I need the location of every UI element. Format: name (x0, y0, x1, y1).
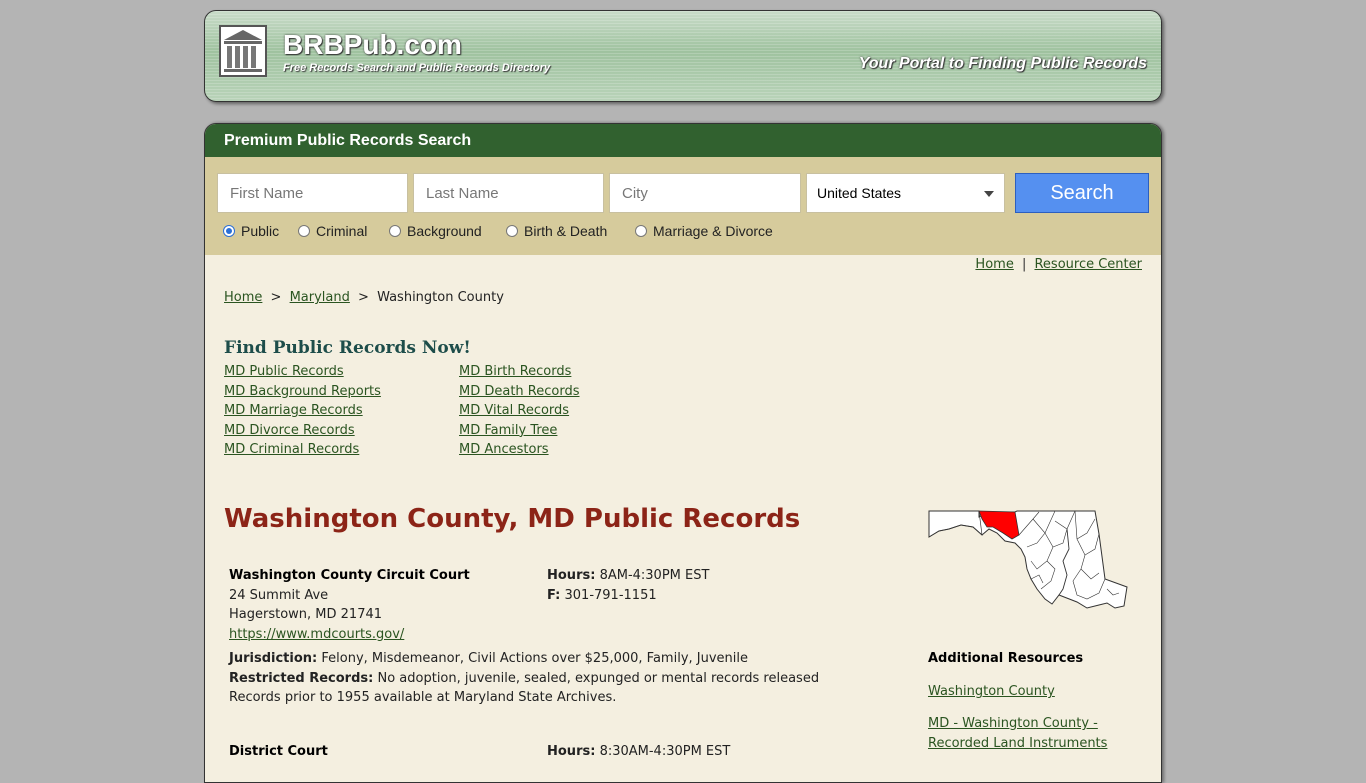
hours-label: Hours: (547, 744, 596, 759)
fax-value: 301-791-1151 (564, 587, 657, 603)
court-address1: 24 Summit Ave (229, 587, 329, 603)
hours-value: 8:30AM-4:30PM EST (599, 744, 731, 759)
additional-link-washington-county[interactable]: Washington County (928, 684, 1055, 699)
additional-resources-title: Additional Resources (928, 651, 1084, 666)
site-subtitle: Free Records Search and Public Records D… (283, 62, 551, 74)
main-content: Premium Public Records Search United Sta… (204, 123, 1162, 783)
fax-label: F: (547, 587, 561, 603)
find-link[interactable]: MD Vital Records (459, 403, 569, 418)
first-name-input[interactable] (217, 173, 408, 213)
radio-label: Background (407, 223, 482, 239)
additional-link-recorded-land-1[interactable]: MD - Washington County - (928, 716, 1098, 731)
country-select-value: United States (817, 185, 902, 201)
radio-label: Public (241, 223, 280, 239)
district-court-block: District Court (229, 742, 328, 762)
additional-link-recorded-land-2[interactable]: Recorded Land Instruments (928, 736, 1107, 751)
find-link[interactable]: MD Death Records (459, 384, 580, 399)
court-name: Washington County Circuit Court (229, 568, 470, 583)
jurisdiction-label: Jurisdiction: (229, 651, 318, 666)
court-address-block: Washington County Circuit Court 24 Summi… (229, 566, 470, 644)
find-link[interactable]: MD Divorce Records (224, 423, 355, 438)
breadcrumb-sep: > (270, 290, 282, 305)
site-tagline: Your Portal to Finding Public Records (858, 55, 1147, 72)
find-records-title: Find Public Records Now! (224, 338, 471, 358)
find-links-left: MD Public Records MD Background Reports … (224, 362, 381, 460)
radio-criminal[interactable]: Criminal (298, 223, 367, 239)
hours-value: 8AM-4:30PM EST (599, 568, 710, 583)
find-link[interactable]: MD Background Reports (224, 384, 381, 399)
find-link[interactable]: MD Ancestors (459, 442, 549, 457)
jurisdiction-value: Felony, Misdemeanor, Civil Actions over … (321, 651, 749, 666)
site-header: BRBPub.com Free Records Search and Publi… (204, 10, 1162, 102)
top-link-home[interactable]: Home (975, 257, 1013, 272)
court-name: District Court (229, 744, 328, 759)
find-link[interactable]: MD Marriage Records (224, 403, 363, 418)
radio-label: Marriage & Divorce (653, 223, 773, 239)
additional-link: MD - Washington County - Recorded Land I… (928, 714, 1107, 753)
search-button[interactable]: Search (1015, 173, 1149, 213)
breadcrumb-home[interactable]: Home (224, 290, 262, 305)
radio-label: Criminal (316, 223, 368, 239)
find-link[interactable]: MD Criminal Records (224, 442, 359, 457)
radio-public[interactable]: Public (223, 223, 279, 239)
breadcrumb-current: Washington County (377, 290, 504, 305)
additional-link: Washington County (928, 682, 1055, 702)
radio-dot[interactable] (389, 225, 401, 237)
hours-label: Hours: (547, 568, 596, 583)
courthouse-columns-icon[interactable] (219, 25, 267, 77)
top-link-resource-center[interactable]: Resource Center (1034, 257, 1142, 272)
last-name-input[interactable] (413, 173, 604, 213)
breadcrumb-state[interactable]: Maryland (290, 290, 350, 305)
radio-marriage-divorce[interactable]: Marriage & Divorce (635, 223, 773, 239)
top-link-separator: | (1021, 257, 1027, 272)
chevron-down-icon (984, 191, 994, 197)
court-jurisdiction-block: Jurisdiction: Felony, Misdemeanor, Civil… (229, 649, 819, 708)
court-address2: Hagerstown, MD 21741 (229, 607, 383, 623)
district-hours-block: Hours: 8:30AM-4:30PM EST (547, 742, 730, 762)
breadcrumb: Home > Maryland > Washington County (224, 290, 504, 305)
restricted-value: No adoption, juvenile, sealed, expunged … (377, 670, 820, 686)
radio-dot[interactable] (635, 225, 647, 237)
court-url-link[interactable]: https://www.mdcourts.gov/ (229, 627, 404, 642)
radio-dot[interactable] (223, 225, 235, 237)
court-hours-block: Hours: 8AM-4:30PM EST F: 301-791-1151 (547, 566, 709, 605)
city-input[interactable] (609, 173, 801, 213)
radio-dot[interactable] (506, 225, 518, 237)
restricted-label: Restricted Records: (229, 670, 374, 686)
radio-birth-death[interactable]: Birth & Death (506, 223, 607, 239)
breadcrumb-sep: > (358, 290, 369, 305)
court-note: Records prior to 1955 available at Maryl… (229, 690, 617, 706)
page-title: Washington County, MD Public Records (224, 504, 801, 534)
find-link[interactable]: MD Family Tree (459, 423, 557, 438)
find-links-right: MD Birth Records MD Death Records MD Vit… (459, 362, 580, 460)
radio-dot[interactable] (298, 225, 310, 237)
search-panel: United States Search Public Criminal Bac… (205, 157, 1161, 255)
maryland-map-icon (927, 509, 1129, 615)
country-select[interactable]: United States (806, 173, 1005, 213)
radio-label: Birth & Death (524, 223, 608, 239)
top-links: Home | Resource Center (975, 257, 1142, 272)
find-link[interactable]: MD Public Records (224, 364, 344, 379)
search-title: Premium Public Records Search (205, 124, 1161, 157)
find-link[interactable]: MD Birth Records (459, 364, 571, 379)
site-brand[interactable]: BRBPub.com (283, 29, 462, 61)
radio-background[interactable]: Background (389, 223, 482, 239)
